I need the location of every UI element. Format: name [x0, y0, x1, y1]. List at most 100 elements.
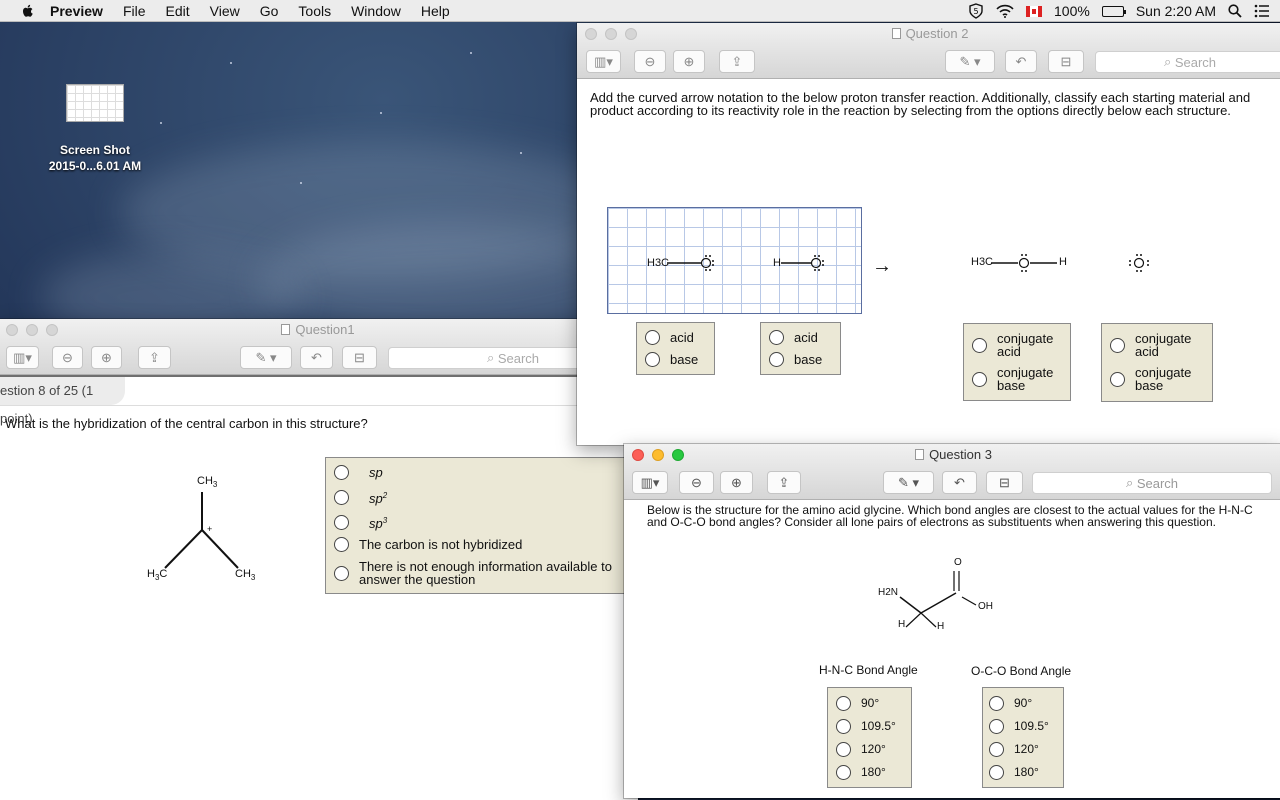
option-acid[interactable]: acid	[769, 330, 818, 345]
share-button[interactable]: ⇪	[138, 346, 171, 369]
toolbox-button[interactable]: ⊟	[986, 471, 1023, 494]
option-sp[interactable]: sp	[334, 465, 383, 480]
menu-clock[interactable]: Sun 2:20 AM	[1136, 3, 1216, 19]
menu-file[interactable]: File	[123, 3, 146, 19]
hnc-option-120[interactable]: 120°	[836, 742, 886, 757]
zoom-button[interactable]	[672, 449, 684, 461]
menu-help[interactable]: Help	[421, 3, 450, 19]
menu-view[interactable]: View	[210, 3, 240, 19]
markup-button[interactable]: ✎ ▾	[240, 346, 292, 369]
menu-window[interactable]: Window	[351, 3, 401, 19]
radio-button[interactable]	[836, 696, 851, 711]
zoom-out-button[interactable]: ⊖	[679, 471, 714, 494]
question2-titlebar[interactable]: Question 2	[577, 23, 1280, 45]
radio-button[interactable]	[1110, 371, 1125, 387]
oco-option-180[interactable]: 180°	[989, 765, 1039, 780]
radio-button[interactable]	[769, 330, 784, 345]
hnc-option-180[interactable]: 180°	[836, 765, 886, 780]
option-label: 90°	[1014, 696, 1033, 710]
window-title: Question 2	[905, 26, 969, 41]
search-input[interactable]: ⌕ Search	[1032, 472, 1272, 494]
radio-button[interactable]	[836, 742, 851, 757]
battery-icon[interactable]	[1101, 5, 1126, 17]
option-base[interactable]: base	[769, 352, 822, 367]
oco-option-120[interactable]: 120°	[989, 742, 1039, 757]
radio-button[interactable]	[334, 514, 349, 530]
radio-button[interactable]	[645, 330, 660, 345]
zoom-in-button[interactable]: ⊕	[673, 50, 705, 73]
sidebar-toggle-button[interactable]: ▥▾	[6, 346, 39, 369]
close-button[interactable]	[632, 449, 644, 461]
rotate-button[interactable]: ↶	[300, 346, 333, 369]
share-button[interactable]: ⇪	[719, 50, 755, 73]
radio-button[interactable]	[989, 719, 1004, 734]
option-conjugate-base[interactable]: conjugate base	[972, 366, 1067, 392]
radio-button[interactable]	[989, 765, 1004, 780]
toolbox-button[interactable]: ⊟	[1048, 50, 1084, 73]
radio-button[interactable]	[989, 742, 1004, 757]
notification-center-icon[interactable]	[1254, 4, 1270, 18]
radio-button[interactable]	[1110, 337, 1125, 353]
zoom-out-button[interactable]: ⊖	[634, 50, 666, 73]
markup-button[interactable]: ✎ ▾	[883, 471, 934, 494]
rotate-button[interactable]: ↶	[942, 471, 977, 494]
close-button[interactable]	[6, 324, 18, 336]
desktop-file-icon[interactable]: Screen Shot 2015-0...6.01 AM	[40, 84, 150, 174]
option-conjugate-base[interactable]: conjugate base	[1110, 366, 1205, 392]
minimize-button[interactable]	[26, 324, 38, 336]
menu-app-name[interactable]: Preview	[50, 3, 103, 19]
radio-button[interactable]	[836, 719, 851, 734]
zoom-out-button[interactable]: ⊖	[52, 346, 83, 369]
apple-menu-icon[interactable]	[20, 3, 36, 19]
question1-titlebar[interactable]: Question1	[0, 319, 638, 341]
radio-button[interactable]	[334, 565, 349, 581]
menu-edit[interactable]: Edit	[166, 3, 190, 19]
oco-option-90[interactable]: 90°	[989, 696, 1032, 711]
menu-go[interactable]: Go	[260, 3, 279, 19]
question3-titlebar[interactable]: Question 3	[624, 444, 1280, 466]
search-placeholder: Search	[1136, 475, 1179, 491]
option-acid[interactable]: acid	[645, 330, 694, 345]
radio-button[interactable]	[334, 489, 349, 505]
menu-tools[interactable]: Tools	[298, 3, 331, 19]
oco-option-109[interactable]: 109.5°	[989, 719, 1049, 734]
zoom-button[interactable]	[46, 324, 58, 336]
hnc-option-109[interactable]: 109.5°	[836, 719, 896, 734]
hnc-option-90[interactable]: 90°	[836, 696, 879, 711]
radio-button[interactable]	[972, 337, 987, 353]
reaction-arrow: →	[872, 255, 892, 277]
minimize-button[interactable]	[605, 28, 617, 40]
radio-button[interactable]	[989, 696, 1004, 711]
spotlight-search-icon[interactable]	[1228, 4, 1242, 18]
option-conjugate-acid[interactable]: conjugate acid	[1110, 332, 1205, 358]
markup-button[interactable]: ✎ ▾	[945, 50, 995, 73]
option-sp3[interactable]: sp3	[334, 514, 387, 530]
zoom-button[interactable]	[625, 28, 637, 40]
radio-button[interactable]	[334, 465, 349, 480]
sidebar-toggle-button[interactable]: ▥▾	[632, 471, 668, 494]
search-input[interactable]: ⌕ Search	[1095, 51, 1280, 73]
radio-button[interactable]	[972, 371, 987, 387]
radio-button[interactable]	[645, 352, 660, 367]
close-button[interactable]	[585, 28, 597, 40]
option-sp2[interactable]: sp2	[334, 489, 387, 505]
radio-button[interactable]	[334, 537, 349, 552]
minimize-button[interactable]	[652, 449, 664, 461]
toolbox-button[interactable]: ⊟	[342, 346, 377, 369]
share-button[interactable]: ⇪	[767, 471, 801, 494]
sidebar-toggle-button[interactable]: ▥▾	[586, 50, 621, 73]
option-base[interactable]: base	[645, 352, 698, 367]
shield-icon[interactable]: 5	[968, 3, 984, 19]
radio-button[interactable]	[836, 765, 851, 780]
option-conjugate-acid[interactable]: conjugate acid	[972, 332, 1067, 358]
drawing-canvas[interactable]: H3C H	[607, 207, 862, 314]
wifi-icon[interactable]	[996, 4, 1014, 18]
battery-percent[interactable]: 100%	[1054, 3, 1090, 19]
input-source-flag-icon[interactable]	[1026, 5, 1043, 17]
option-not-enough-info[interactable]: There is not enough information availabl…	[334, 560, 634, 586]
zoom-in-button[interactable]: ⊕	[91, 346, 122, 369]
option-not-hybridized[interactable]: The carbon is not hybridized	[334, 537, 522, 552]
rotate-button[interactable]: ↶	[1005, 50, 1037, 73]
zoom-in-button[interactable]: ⊕	[720, 471, 753, 494]
radio-button[interactable]	[769, 352, 784, 367]
